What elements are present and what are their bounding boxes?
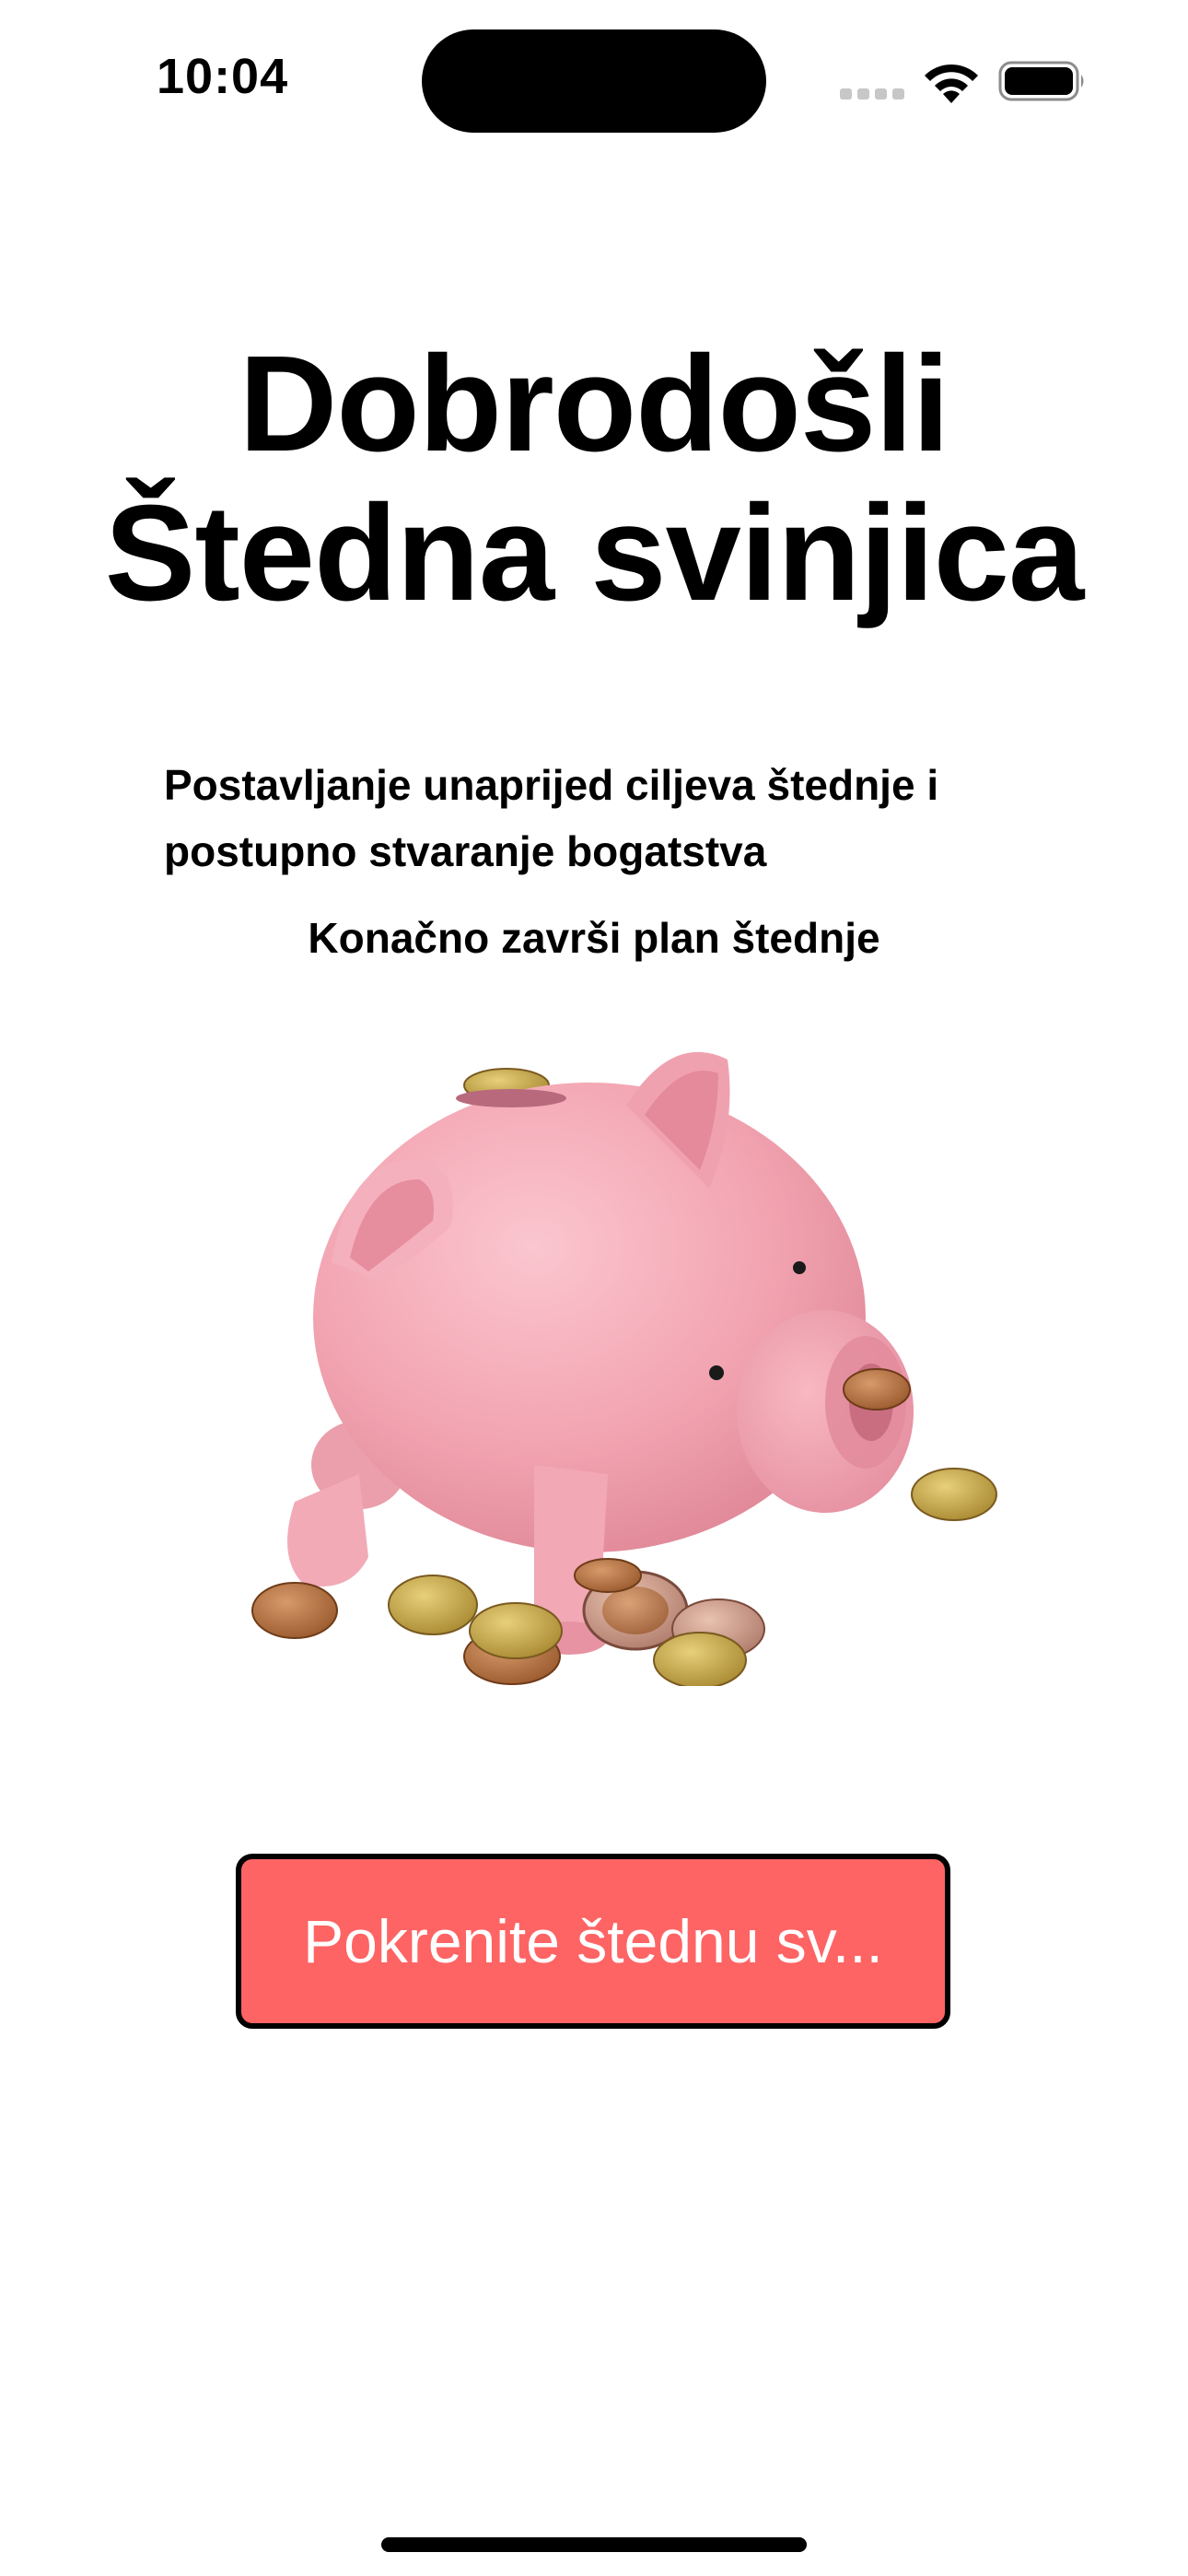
welcome-subtitle-line1: Postavljanje unaprijed ciljeva štednje i xyxy=(164,761,939,809)
welcome-tagline: Konačno završi plan štednje xyxy=(308,914,880,962)
home-indicator[interactable] xyxy=(381,2537,807,2552)
battery-icon xyxy=(998,61,1087,101)
dynamic-island xyxy=(422,29,766,133)
welcome-subtitle: Postavljanje unaprijed ciljeva štednje i… xyxy=(164,752,1048,884)
status-bar: 10:04 xyxy=(0,0,1188,157)
welcome-title-line2: Štedna svinjica xyxy=(104,477,1085,629)
status-time: 10:04 xyxy=(157,49,289,104)
cellular-signal-icon xyxy=(840,87,904,100)
wifi-icon xyxy=(921,59,982,105)
piggy-bank-icon xyxy=(239,1041,1004,1689)
welcome-title-line1: Dobrodošli xyxy=(239,328,949,480)
welcome-subtitle-line2: postupno stvaranje bogatstva xyxy=(164,827,767,875)
welcome-title: Dobrodošli Štedna svinjica xyxy=(0,330,1188,628)
start-piggy-bank-button[interactable]: Pokrenite štednu sv... xyxy=(236,1854,950,2029)
